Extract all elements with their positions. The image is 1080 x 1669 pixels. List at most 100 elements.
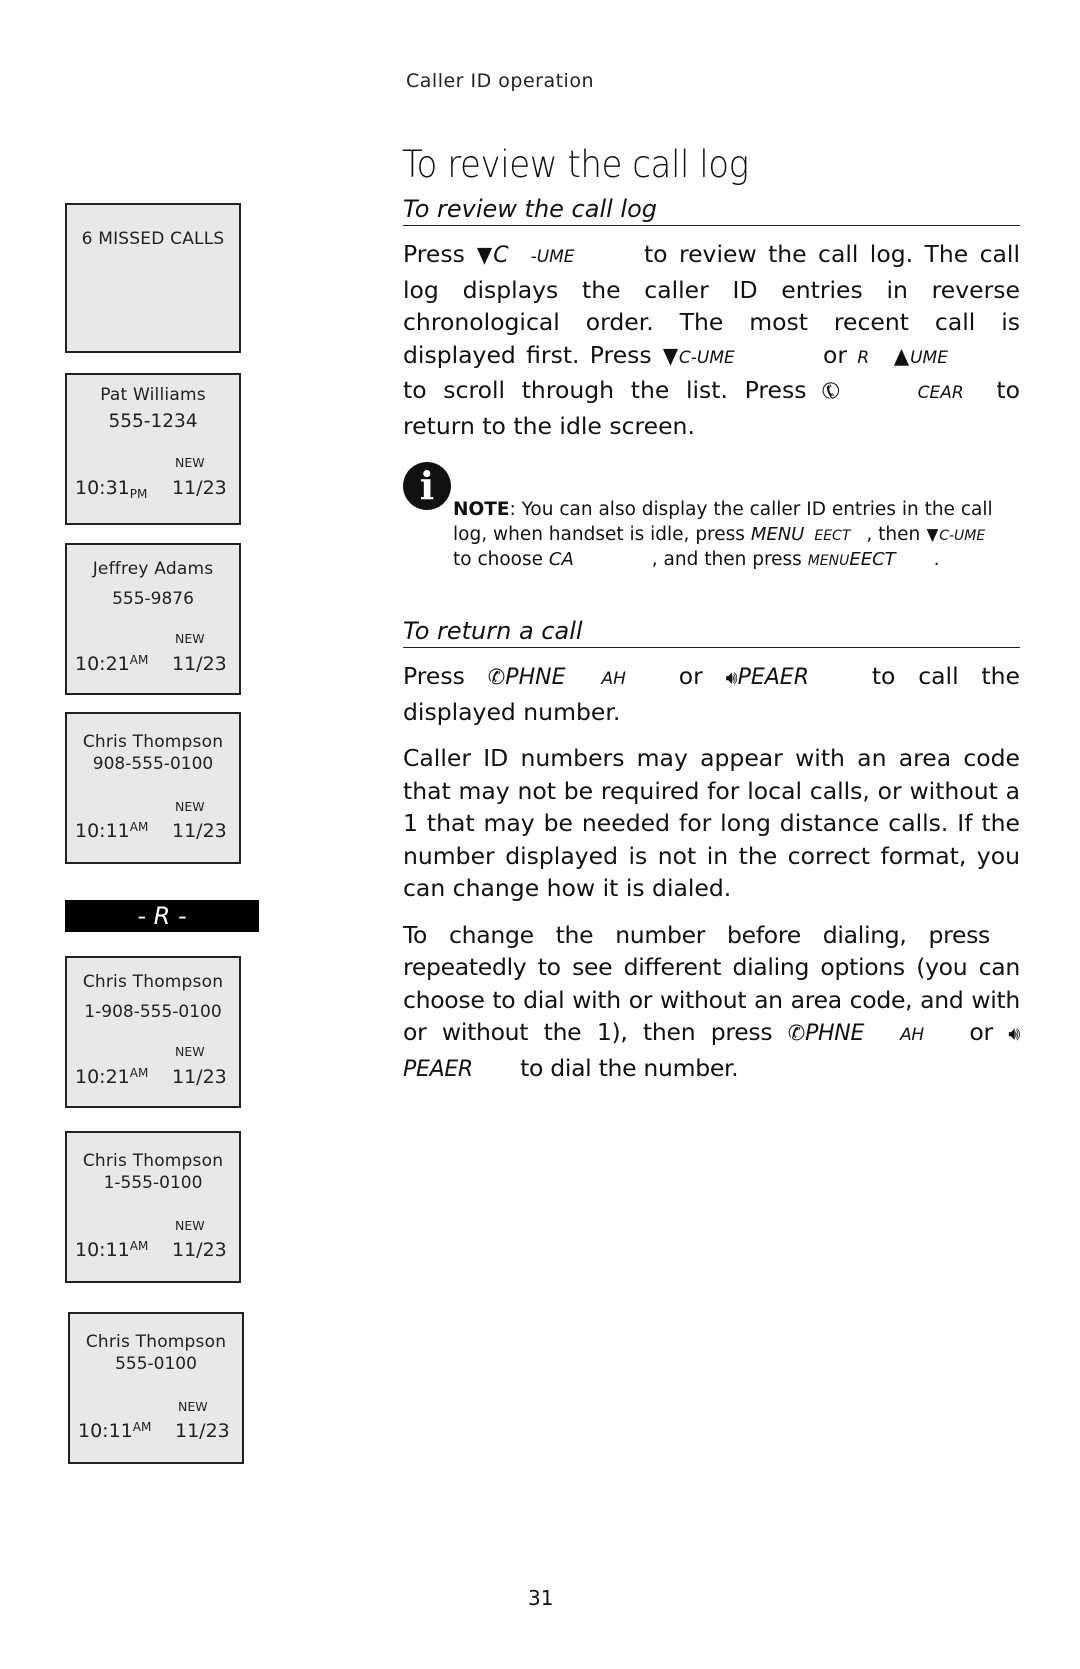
down-arrow-icon: ▼ <box>477 243 493 268</box>
key-label: C-UME <box>939 527 986 544</box>
call-time-row: 10:21AM 11/23 <box>75 653 235 675</box>
call-time: 10:11 <box>75 1239 130 1261</box>
call-date: 11/23 <box>172 653 227 675</box>
handset-screen-entry: Chris Thompson 908-555-0100 NEW 10:11AM … <box>65 712 241 864</box>
key-label: AH <box>900 1025 924 1045</box>
handset-screen-entry: Chris Thompson 1-908-555-0100 NEW 10:21A… <box>65 956 241 1108</box>
key-label: EECT <box>849 549 896 570</box>
handset-screen-entry: Chris Thompson 555-0100 NEW 10:11AM 11/2… <box>68 1312 244 1464</box>
call-time-row: 10:11AM 11/23 <box>75 820 235 842</box>
caller-number: 1-555-0100 <box>103 1173 203 1193</box>
text: Press <box>403 240 465 268</box>
page-title: To review the call log <box>402 143 749 186</box>
text: or <box>969 1018 993 1046</box>
text: repeatedly to see different dialing opti… <box>403 953 1020 1046</box>
key-label: AH <box>601 669 626 689</box>
text: to scroll through the list. Press <box>403 376 807 404</box>
call-time: 10:31 <box>75 477 130 499</box>
key-label: C-UME <box>678 347 735 368</box>
review-paragraph: Press ▼C -UME to review the call log. The… <box>403 238 1020 442</box>
handset-screen-missed-calls: 6 MISSED CALLS <box>65 203 241 353</box>
handset-screen-entry: Pat Williams 555-1234 NEW 10:31PM 11/23 <box>65 373 241 525</box>
section-header: Caller ID operation <box>406 70 595 92</box>
call-ampm: AM <box>129 1239 149 1253</box>
caller-name: Chris Thompson <box>82 972 224 992</box>
review-section: To review the call log Press ▼C -UME to r… <box>403 195 1020 456</box>
speaker-icon: 🔊︎ <box>1008 1023 1021 1045</box>
new-badge: NEW <box>175 631 205 646</box>
return-call-paragraph-1: Press ✆PHNE AH or 🔊︎PEAER to call the dis… <box>403 660 1020 728</box>
key-label: C <box>493 243 509 268</box>
caller-number: 908-555-0100 <box>92 754 214 774</box>
return-call-section: To return a call Press ✆PHNE AH or 🔊︎PEAE… <box>403 617 1020 1100</box>
handset-screen-entry: Chris Thompson 1-555-0100 NEW 10:11AM 11… <box>65 1131 241 1283</box>
new-badge: NEW <box>175 799 205 814</box>
dial-option-banner: - R - <box>65 900 259 932</box>
key-label: MENU <box>750 523 805 545</box>
info-icon: i <box>403 462 451 510</box>
text: Press <box>403 662 465 690</box>
text: or <box>678 662 703 690</box>
caller-name: Chris Thompson <box>82 732 224 752</box>
key-label: PEAER <box>737 665 809 690</box>
new-badge: NEW <box>175 1044 205 1059</box>
key-label: -UME <box>530 247 575 267</box>
caller-name: Chris Thompson <box>82 1151 224 1171</box>
screen-line: 6 MISSED CALLS <box>81 229 225 249</box>
text: to choose <box>453 549 544 570</box>
call-ampm: PM <box>129 487 148 501</box>
key-label: MENU <box>807 553 850 569</box>
handset-off-icon: ✆ <box>816 376 848 408</box>
caller-number: 555-9876 <box>112 589 194 609</box>
call-date: 11/23 <box>172 1066 227 1088</box>
key-label: CEAR <box>917 383 964 403</box>
page-number: 31 <box>528 1586 554 1610</box>
handset-screen-entry: Jeffrey Adams 555-9876 NEW 10:21AM 11/23 <box>65 543 241 695</box>
caller-number: 555-0100 <box>115 1354 197 1374</box>
call-ampm: AM <box>129 820 149 834</box>
call-time-row: 10:21AM 11/23 <box>75 1066 235 1088</box>
note-label: NOTE <box>453 499 510 520</box>
text: to dial the number. <box>520 1053 739 1082</box>
phone-icon: ✆ <box>487 665 506 689</box>
note-text: NOTE: You can also display the caller ID… <box>453 498 1013 574</box>
key-label: PHNE <box>805 1021 865 1046</box>
new-badge: NEW <box>175 1218 205 1233</box>
call-date: 11/23 <box>172 477 227 499</box>
down-arrow-icon: ▼ <box>662 343 679 369</box>
down-arrow-icon: ▼ <box>926 524 939 545</box>
call-ampm: AM <box>132 1420 152 1434</box>
key-label: PHNE <box>505 665 566 690</box>
call-time-row: 10:11AM 11/23 <box>78 1420 238 1442</box>
key-label: PEAER <box>403 1056 473 1082</box>
call-time: 10:11 <box>78 1420 133 1442</box>
review-heading: To review the call log <box>403 195 1020 226</box>
call-date: 11/23 <box>172 1239 227 1261</box>
caller-name: Pat Williams <box>100 385 206 405</box>
speaker-icon: 🔊︎ <box>725 667 738 689</box>
return-call-heading: To return a call <box>403 617 1020 648</box>
key-label: EECT <box>814 527 851 544</box>
call-ampm: AM <box>129 653 149 667</box>
caller-name: Jeffrey Adams <box>92 559 214 579</box>
text: To change the number before dialing, pre… <box>403 920 990 949</box>
call-time-row: 10:31PM 11/23 <box>75 477 235 501</box>
caller-number: 555-1234 <box>108 411 198 432</box>
call-date: 11/23 <box>175 1420 230 1442</box>
up-arrow-icon: ▲ <box>894 343 910 369</box>
caller-number: 1-908-555-0100 <box>84 1002 222 1022</box>
text: . <box>933 549 940 570</box>
call-time: 10:21 <box>75 1066 130 1088</box>
call-time: 10:11 <box>75 820 130 842</box>
return-call-paragraph-2: Caller ID numbers may appear with an are… <box>403 744 1020 902</box>
call-time: 10:21 <box>75 653 130 675</box>
phone-icon: ✆ <box>787 1021 806 1045</box>
key-label: CA <box>548 549 574 570</box>
call-ampm: AM <box>129 1066 149 1080</box>
new-badge: NEW <box>175 455 205 470</box>
return-call-paragraph-3: To change the number before dialing, pre… <box>403 919 1020 1087</box>
call-date: 11/23 <box>172 820 227 842</box>
text: , and then press <box>651 549 802 570</box>
call-time-row: 10:11AM 11/23 <box>75 1239 235 1261</box>
caller-name: Chris Thompson <box>85 1332 227 1352</box>
